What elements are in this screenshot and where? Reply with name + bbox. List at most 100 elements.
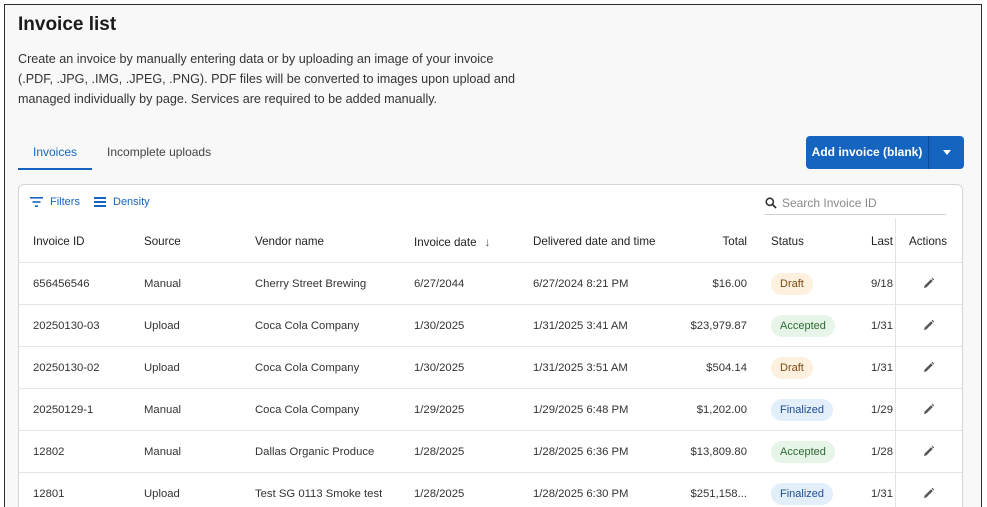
cell-invoice-date: 1/30/2025 xyxy=(414,320,465,332)
table-row[interactable]: 656456546 Manual Cherry Street Brewing 6… xyxy=(19,263,962,305)
column-header-invoice-date[interactable]: Invoice date ↓ xyxy=(414,221,491,263)
cell-invoice-id[interactable]: 20250130-02 xyxy=(33,347,100,389)
cell-last: 1/31, xyxy=(871,362,893,374)
table-row[interactable]: 20250130-02 Upload Coca Cola Company 1/3… xyxy=(19,347,962,389)
edit-pencil-icon[interactable] xyxy=(922,445,935,458)
cell-total: $16.00 xyxy=(712,278,747,290)
edit-pencil-icon[interactable] xyxy=(922,319,935,332)
cell-source: Upload xyxy=(144,362,180,374)
cell-status: Accepted xyxy=(771,305,835,347)
cell-source: Upload xyxy=(144,488,180,500)
actions-column-divider xyxy=(895,218,896,507)
tab-invoices[interactable]: Invoices xyxy=(18,138,93,170)
search-icon xyxy=(765,196,777,209)
cell-status: Finalized xyxy=(771,389,834,431)
cell-vendor: Cherry Street Brewing xyxy=(255,278,367,290)
table-header-row: Invoice ID Source Vendor name Invoice da… xyxy=(19,221,962,263)
app-frame: Invoice list Create an invoice by manual… xyxy=(4,4,982,507)
cell-delivered: 1/31/2025 3:51 AM xyxy=(533,362,628,374)
edit-pencil-icon[interactable] xyxy=(922,487,935,500)
status-badge: Finalized xyxy=(771,483,834,506)
column-header-vendor[interactable]: Vendor name xyxy=(255,221,324,263)
table-row[interactable]: 20250129-1 Manual Coca Cola Company 1/29… xyxy=(19,389,962,431)
cell-invoice-id[interactable]: 12802 xyxy=(33,431,64,473)
cell-source: Manual xyxy=(144,404,182,416)
edit-pencil-icon[interactable] xyxy=(922,361,935,374)
cell-status: Draft xyxy=(771,347,813,389)
page-title: Invoice list xyxy=(18,14,117,35)
cell-total: $23,979.87 xyxy=(690,320,747,332)
cell-total: $13,809.80 xyxy=(690,446,747,458)
cell-source: Manual xyxy=(144,446,182,458)
cell-last: 9/18, xyxy=(871,278,893,290)
column-header-total[interactable]: Total xyxy=(649,221,748,263)
cell-total: $251,158... xyxy=(690,488,747,500)
status-badge: Accepted xyxy=(771,441,835,464)
cell-invoice-date: 1/28/2025 xyxy=(414,446,465,458)
add-invoice-button[interactable]: Add invoice (blank) xyxy=(806,136,929,169)
table-row[interactable]: 12802 Manual Dallas Organic Produce 1/28… xyxy=(19,431,962,473)
filters-label: Filters xyxy=(50,196,80,208)
cell-vendor: Dallas Organic Produce xyxy=(255,446,375,458)
cell-delivered: 1/29/2025 6:48 PM xyxy=(533,404,629,416)
cell-last: 1/29, xyxy=(871,404,893,416)
status-badge: Draft xyxy=(771,273,813,296)
status-badge: Finalized xyxy=(771,399,834,422)
cell-delivered: 6/27/2024 8:21 PM xyxy=(533,278,629,290)
cell-vendor: Test SG 0113 Smoke test xyxy=(255,488,383,500)
add-invoice-split-button: Add invoice (blank) xyxy=(806,136,964,169)
invoice-date-header-label: Invoice date xyxy=(414,236,477,249)
tab-incomplete-uploads[interactable]: Incomplete uploads xyxy=(92,138,226,170)
table-row[interactable]: 12801 Upload Test SG 0113 Smoke test 1/2… xyxy=(19,473,962,507)
search-input[interactable] xyxy=(782,195,932,210)
cell-status: Finalized xyxy=(771,473,834,507)
cell-status: Accepted xyxy=(771,431,835,473)
column-header-invoice-id[interactable]: Invoice ID xyxy=(33,221,85,263)
cell-vendor: Coca Cola Company xyxy=(255,320,360,332)
cell-delivered: 1/31/2025 3:41 AM xyxy=(533,320,628,332)
table-row[interactable]: 20250130-03 Upload Coca Cola Company 1/3… xyxy=(19,305,962,347)
status-badge: Accepted xyxy=(771,315,835,338)
column-header-actions: Actions xyxy=(909,235,948,248)
page-description: Create an invoice by manually entering d… xyxy=(18,52,515,106)
sort-descending-icon: ↓ xyxy=(484,235,491,249)
cell-invoice-date: 6/27/2044 xyxy=(414,278,465,290)
cell-total: $504.14 xyxy=(706,362,747,374)
cell-last: 1/28, xyxy=(871,446,893,458)
cell-delivered: 1/28/2025 6:36 PM xyxy=(533,446,629,458)
cell-last: 1/31, xyxy=(871,488,893,500)
cell-invoice-date: 1/29/2025 xyxy=(414,404,465,416)
column-header-delivered[interactable]: Delivered date and time xyxy=(533,221,655,263)
search-box xyxy=(765,191,946,215)
cell-invoice-id[interactable]: 20250130-03 xyxy=(33,305,100,347)
cell-vendor: Coca Cola Company xyxy=(255,404,360,416)
column-header-source[interactable]: Source xyxy=(144,221,181,263)
cell-source: Upload xyxy=(144,320,180,332)
density-icon xyxy=(94,197,106,207)
status-badge: Draft xyxy=(771,357,813,380)
cell-source: Manual xyxy=(144,278,182,290)
cell-delivered: 1/28/2025 6:30 PM xyxy=(533,488,629,500)
cell-total: $1,202.00 xyxy=(696,404,747,416)
filter-icon xyxy=(30,197,43,207)
edit-pencil-icon[interactable] xyxy=(922,403,935,416)
cell-vendor: Coca Cola Company xyxy=(255,362,360,374)
add-invoice-menu-button[interactable] xyxy=(929,136,964,169)
cell-invoice-date: 1/30/2025 xyxy=(414,362,465,374)
density-button[interactable]: Density xyxy=(94,196,150,208)
caret-down-icon xyxy=(942,150,951,155)
cell-status: Draft xyxy=(771,263,813,305)
cell-last: 1/31, xyxy=(871,320,893,332)
cell-invoice-id[interactable]: 12801 xyxy=(33,473,64,507)
tab-bar: Invoices Incomplete uploads xyxy=(18,138,226,170)
invoice-table-panel: Filters Density Invoice ID Source xyxy=(18,184,963,507)
cell-invoice-date: 1/28/2025 xyxy=(414,488,465,500)
edit-pencil-icon[interactable] xyxy=(922,277,935,290)
density-label: Density xyxy=(113,196,150,208)
filters-button[interactable]: Filters xyxy=(30,196,80,208)
cell-invoice-id[interactable]: 20250129-1 xyxy=(33,389,93,431)
column-header-status[interactable]: Status xyxy=(771,221,804,263)
cell-invoice-id[interactable]: 656456546 xyxy=(33,263,90,305)
table-toolbar: Filters Density xyxy=(19,185,962,221)
column-header-last[interactable]: Last xyxy=(871,221,893,263)
